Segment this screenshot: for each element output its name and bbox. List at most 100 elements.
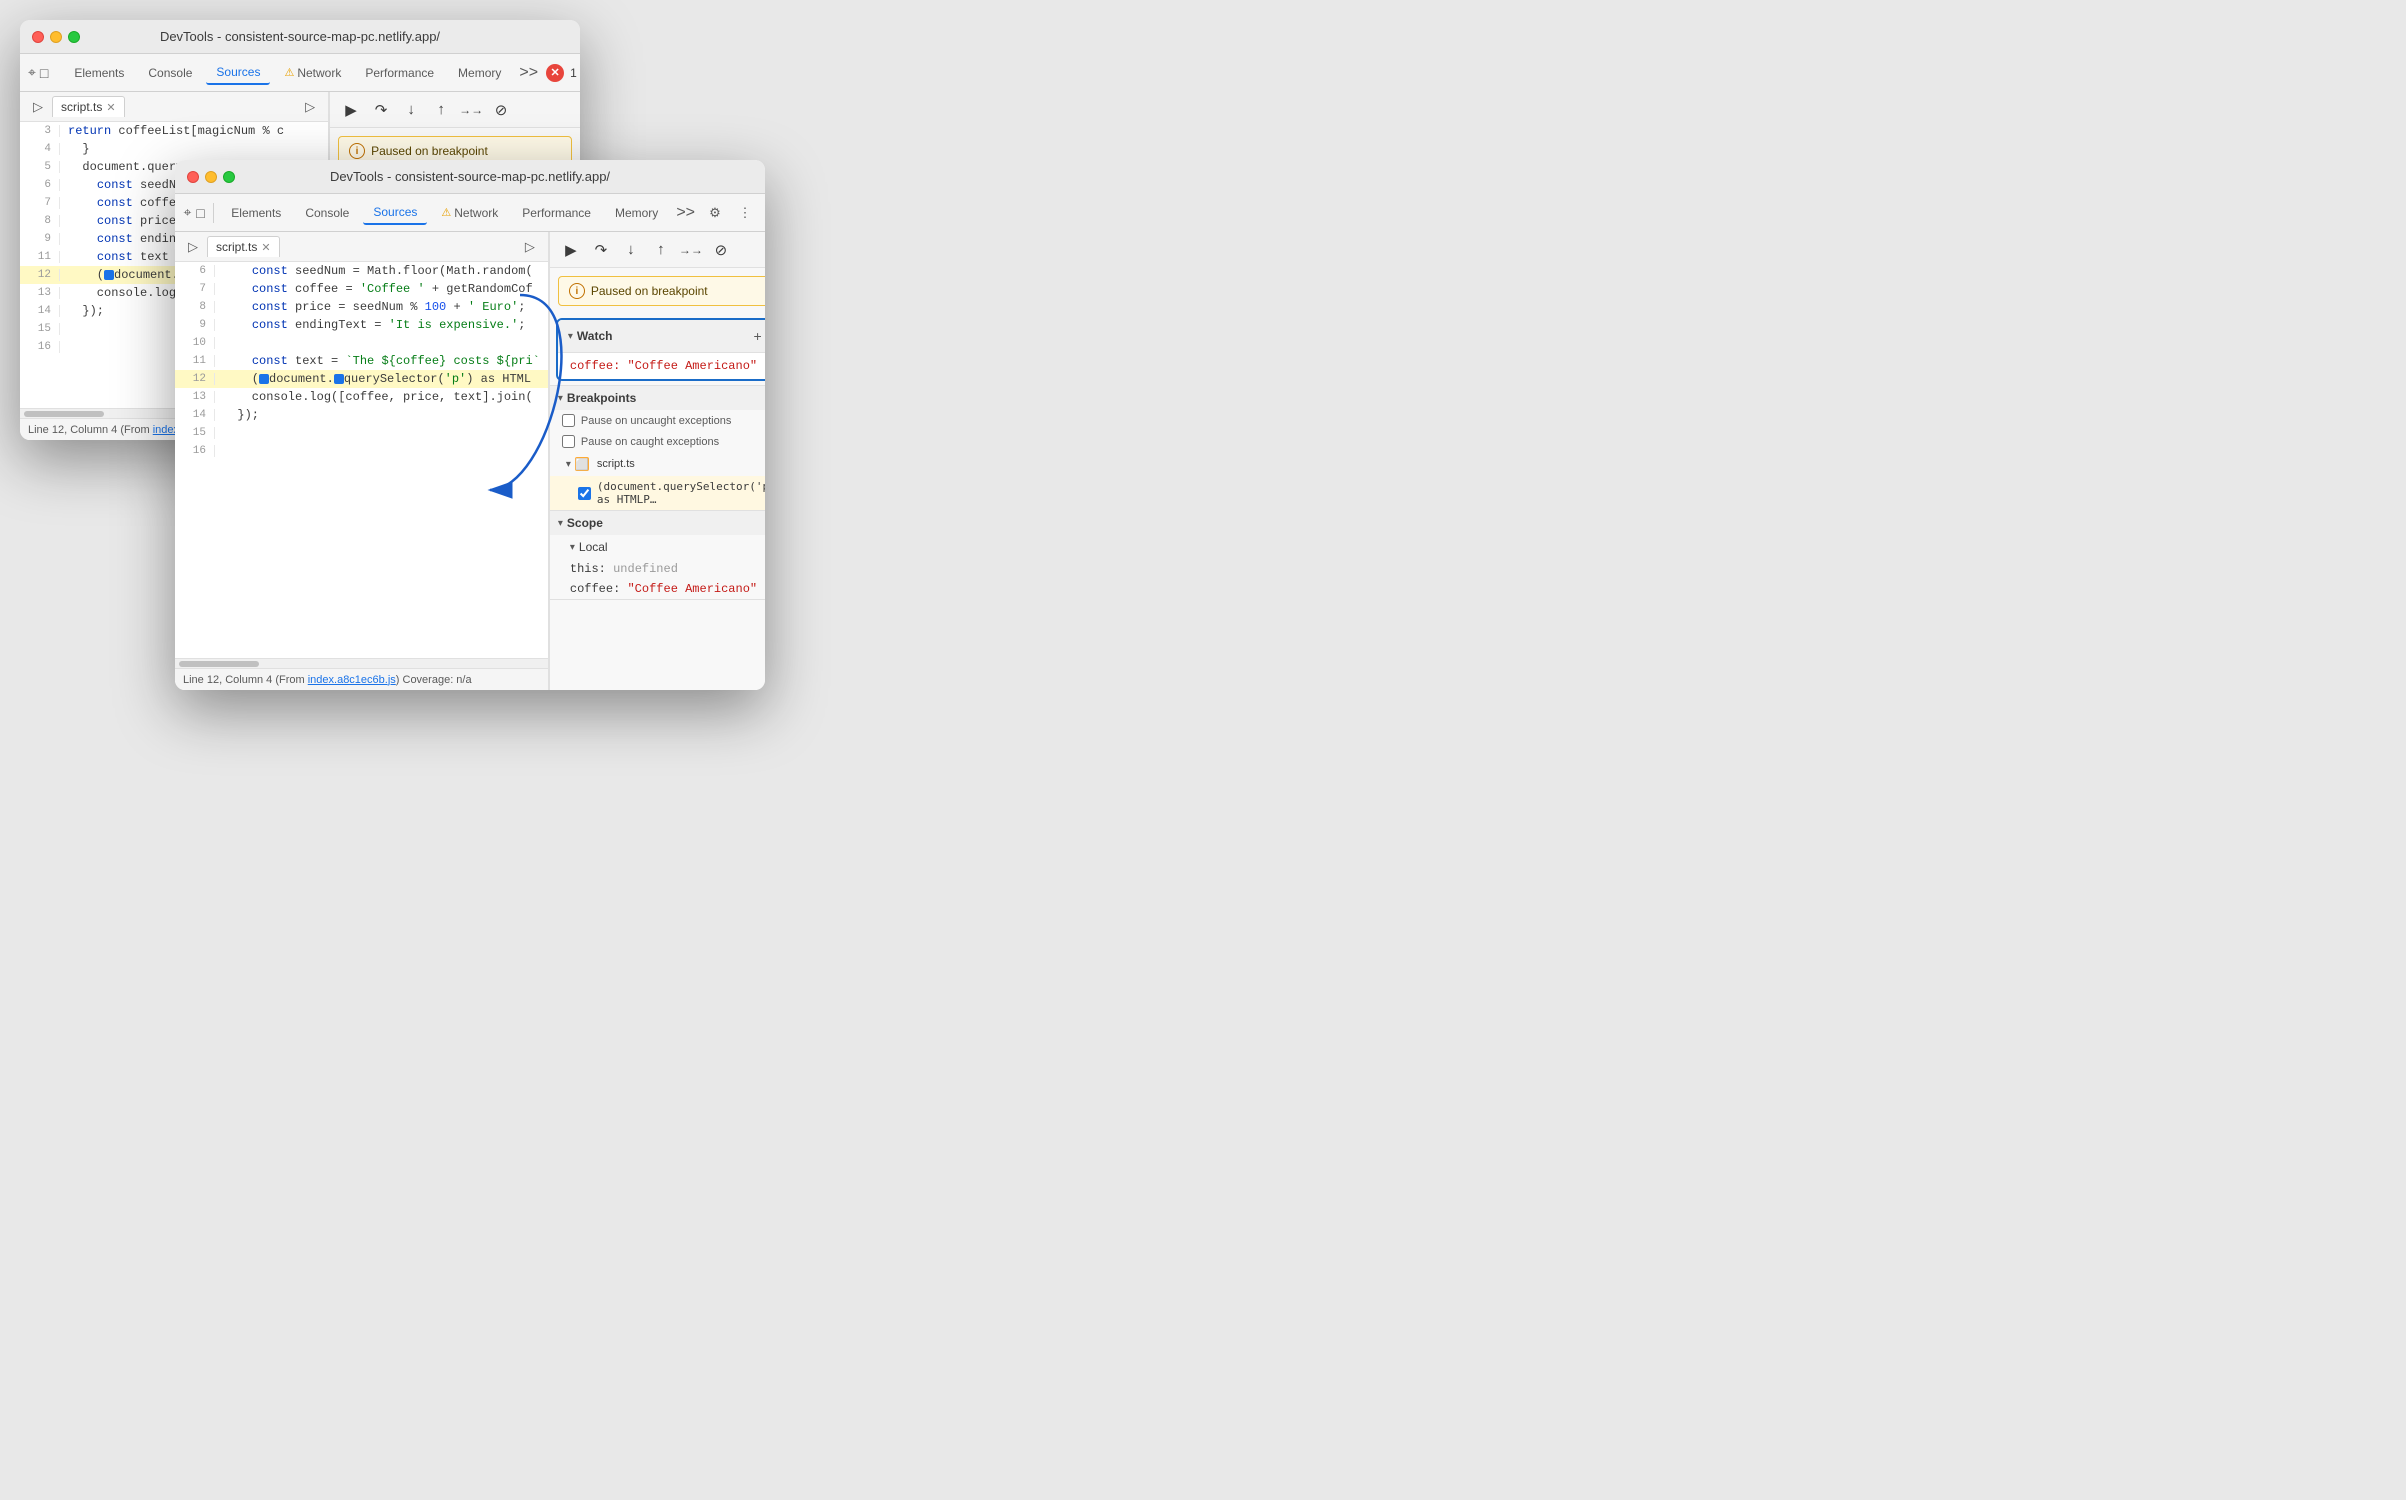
tab-console-1[interactable]: Console (138, 62, 202, 84)
scope-triangle-2: ▾ (558, 518, 563, 529)
bp-expression-item-2: (document.querySelector('p') as HTMLP… 1… (550, 476, 765, 510)
bp-caught-checkbox-2[interactable] (562, 435, 575, 448)
sidebar-toggle-1[interactable]: ▷ (28, 97, 48, 117)
traffic-lights-1 (32, 31, 80, 43)
expand-icon-2[interactable]: ▷ (520, 237, 540, 257)
scope-coffee-item-2: coffee: "Coffee Americano" (550, 579, 765, 599)
tab-performance-1[interactable]: Performance (355, 62, 444, 84)
file-tab-script-2[interactable]: script.ts ✕ (207, 236, 280, 257)
file-tab-script-1[interactable]: script.ts ✕ (52, 96, 125, 117)
debugger-panel-2: ▶ ↷ ↓ ↑ →→ ⊘ i Paused on breakpoint ▾ Wa… (549, 232, 765, 690)
devtools-body-2: ▷ script.ts ✕ ▷ 6 const seedNum = Math.f… (175, 232, 765, 690)
deactivate-btn-2[interactable]: ⊘ (708, 237, 734, 263)
maximize-button-2[interactable] (223, 171, 235, 183)
code-line2-13: 13 console.log([coffee, price, text].joi… (175, 388, 548, 406)
settings-icon-2[interactable]: ⚙ (703, 201, 727, 225)
resume-btn-2[interactable]: ▶ (558, 237, 584, 263)
tab-network-2[interactable]: ⚠ Network (431, 202, 508, 224)
watch-actions-2: + ↺ (747, 325, 765, 347)
debug-toolbar-2: ▶ ↷ ↓ ↑ →→ ⊘ (550, 232, 765, 268)
tab-performance-2[interactable]: Performance (512, 202, 601, 224)
window-title-1: DevTools - consistent-source-map-pc.netl… (160, 29, 440, 44)
step-next-btn-1[interactable]: →→ (458, 97, 484, 123)
code-line2-14: 14 }); (175, 406, 548, 424)
step-over-btn-2[interactable]: ↷ (588, 237, 614, 263)
bp-marker-2a (259, 374, 269, 384)
title-bar-1: DevTools - consistent-source-map-pc.netl… (20, 20, 580, 54)
tab-console-2[interactable]: Console (295, 202, 359, 224)
step-out-btn-2[interactable]: ↑ (648, 237, 674, 263)
minimize-button-1[interactable] (50, 31, 62, 43)
status-bar-2: Line 12, Column 4 (From index.a8c1ec6b.j… (175, 668, 548, 690)
bp-script-header-2[interactable]: ▾ ⬜ script.ts (550, 452, 765, 476)
bp-script-triangle-2: ▾ (566, 459, 571, 470)
step-into-btn-1[interactable]: ↓ (398, 97, 424, 123)
expand-icon-1[interactable]: ▷ (300, 97, 320, 117)
minimize-button-2[interactable] (205, 171, 217, 183)
tab-memory-2[interactable]: Memory (605, 202, 668, 224)
tab-network-1[interactable]: ⚠ Network (274, 62, 351, 84)
code-line-4: 4 } (20, 140, 328, 158)
paused-banner-2: i Paused on breakpoint (558, 276, 765, 306)
window-title-2: DevTools - consistent-source-map-pc.netl… (330, 169, 610, 184)
sidebar-toggle-2[interactable]: ▷ (183, 237, 203, 257)
warning-icon-2: ⚠ (441, 206, 451, 219)
watch-triangle-2: ▾ (568, 331, 573, 342)
more-tabs-2[interactable]: >> (672, 202, 699, 224)
local-triangle-2: ▾ (570, 542, 575, 553)
scrollbar-thumb-2 (179, 661, 259, 667)
step-next-btn-2[interactable]: →→ (678, 237, 704, 263)
sources-panel-2: ▷ script.ts ✕ ▷ 6 const seedNum = Math.f… (175, 232, 549, 690)
code-line2-16: 16 (175, 442, 548, 460)
maximize-button-1[interactable] (68, 31, 80, 43)
main-toolbar-1: ⌖ □ Elements Console Sources ⚠ Network P… (20, 54, 580, 92)
scrollbar-thumb-1 (24, 411, 104, 417)
close-tab-1[interactable]: ✕ (106, 101, 115, 114)
watch-add-btn-2[interactable]: + (747, 325, 765, 347)
index-link-2[interactable]: index.a8c1ec6b.js (308, 674, 396, 686)
layers-icon-2[interactable]: □ (196, 201, 205, 225)
code-line2-6: 6 const seedNum = Math.floor(Math.random… (175, 262, 548, 280)
more-tabs-1[interactable]: >> (515, 62, 542, 84)
tab-elements-1[interactable]: Elements (64, 62, 134, 84)
file-tab-bar-1: ▷ script.ts ✕ ▷ (20, 92, 328, 122)
bp-script-icon-2: ⬜ (575, 457, 589, 471)
close-button-1[interactable] (32, 31, 44, 43)
step-out-btn-1[interactable]: ↑ (428, 97, 454, 123)
bp-expression-checkbox-2[interactable] (578, 487, 591, 500)
cursor-icon[interactable]: ⌖ (28, 61, 36, 85)
code-line2-10: 10 (175, 334, 548, 352)
bp-uncaught-checkbox-2[interactable] (562, 414, 575, 427)
resume-btn-1[interactable]: ▶ (338, 97, 364, 123)
deactivate-btn-1[interactable]: ⊘ (488, 97, 514, 123)
cursor-icon-2[interactable]: ⌖ (183, 201, 192, 225)
info-icon-1: i (349, 143, 365, 159)
code-area-2[interactable]: 6 const seedNum = Math.floor(Math.random… (175, 262, 548, 658)
code-line-3: 3 return coffeeList[magicNum % c (20, 122, 328, 140)
watch-box-header-2: ▾ Watch + ↺ (558, 320, 765, 353)
step-over-btn-1[interactable]: ↷ (368, 97, 394, 123)
layers-icon[interactable]: □ (40, 61, 48, 85)
tab-sources-2[interactable]: Sources (363, 201, 427, 225)
main-toolbar-2: ⌖ □ Elements Console Sources ⚠ Network P… (175, 194, 765, 232)
step-into-btn-2[interactable]: ↓ (618, 237, 644, 263)
close-button-2[interactable] (187, 171, 199, 183)
watch-content-2: coffee: "Coffee Americano" (558, 353, 765, 379)
tab-memory-1[interactable]: Memory (448, 62, 511, 84)
local-header-2[interactable]: ▾ Local (550, 535, 765, 559)
breakpoints-header-2[interactable]: ▾ Breakpoints (550, 386, 765, 410)
scope-header-2[interactable]: ▾ Scope (550, 511, 765, 535)
scope-section-2: ▾ Scope ▾ Local this: undefined coffee: … (550, 511, 765, 600)
code-line2-12: 12 (document.querySelector('p') as HTML (175, 370, 548, 388)
more-options-icon-2[interactable]: ⋮ (733, 201, 757, 225)
tab-sources-1[interactable]: Sources (206, 61, 270, 85)
error-count-1: 1 (570, 66, 577, 80)
bp-caught-item-2: Pause on caught exceptions (550, 431, 765, 452)
scrollbar-h-2[interactable] (175, 658, 548, 668)
close-tab-2[interactable]: ✕ (261, 241, 270, 254)
warning-icon-1: ⚠ (284, 66, 294, 79)
traffic-lights-2 (187, 171, 235, 183)
code-line2-15: 15 (175, 424, 548, 442)
tab-elements-2[interactable]: Elements (221, 202, 291, 224)
code-line2-7: 7 const coffee = 'Coffee ' + getRandomCo… (175, 280, 548, 298)
